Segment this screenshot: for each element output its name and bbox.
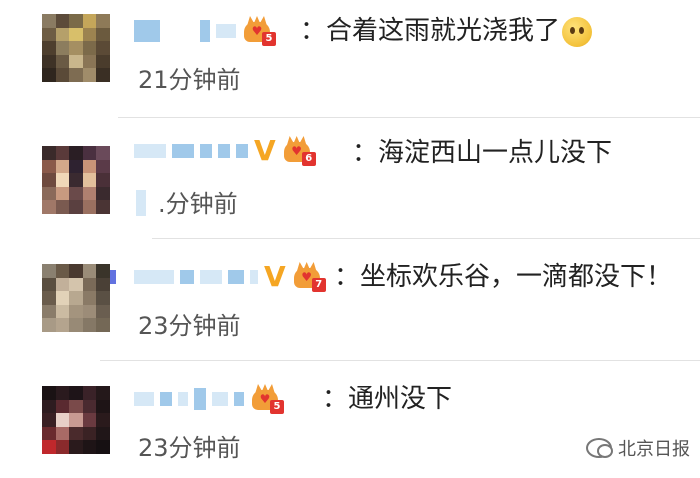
- timestamp: 23分钟前: [138, 312, 241, 340]
- blurred-name-segment: [228, 270, 244, 284]
- comment-text: 海淀西山一点儿没下: [378, 138, 613, 168]
- blurred-name-segment: [212, 392, 228, 406]
- timestamp: 21分钟前: [138, 66, 241, 94]
- blurred-name-segment: [134, 20, 160, 42]
- blurred-name-segment: [180, 270, 194, 284]
- separator: ：: [300, 16, 327, 46]
- blurred-name-segment: [200, 20, 210, 42]
- comment-text: 坐标欢乐谷，一滴都没下！: [360, 262, 673, 292]
- comment-text-row: ：坐标欢乐谷，一滴都没下！: [334, 262, 672, 292]
- avatar[interactable]: [42, 386, 110, 454]
- level-number: 6: [301, 152, 316, 166]
- blurred-name-segment: [216, 24, 236, 38]
- comment-text: 合着这雨就光浇我了: [326, 16, 561, 46]
- watermark-label: 北京日报: [618, 439, 690, 460]
- watermark: 北京日报: [586, 434, 690, 462]
- level-number: 5: [270, 400, 284, 414]
- username-blurred[interactable]: ♥ 5: [134, 384, 284, 414]
- comment-item: ♥ 5 ：合着这雨就光浇我了 21分钟前: [0, 0, 700, 118]
- blurred-name-segment: [234, 392, 244, 406]
- blurred-name-segment: [218, 144, 230, 158]
- blurred-time-segment: [136, 190, 146, 216]
- blurred-name-segment: [250, 270, 258, 284]
- username-blurred[interactable]: ♥ 5: [134, 16, 276, 46]
- blurred-name-segment: [178, 392, 188, 406]
- blurred-name-segment: [134, 270, 174, 284]
- timestamp: .分钟前: [158, 190, 238, 218]
- blurred-name-segment: [134, 144, 166, 158]
- avatar[interactable]: [42, 146, 110, 214]
- blurred-name-segment: [160, 392, 172, 406]
- avatar[interactable]: [42, 264, 110, 332]
- vip-v-icon: V: [264, 260, 286, 293]
- crown-level-badge-icon: ♥ 6: [282, 136, 316, 166]
- wechat-icon: [586, 438, 613, 458]
- blurred-name-segment: [200, 144, 212, 158]
- timestamp: 23分钟前: [138, 434, 241, 462]
- comment-text-row: ：合着这雨就光浇我了: [300, 16, 593, 47]
- comment-text: 通州没下: [348, 384, 453, 414]
- avatar[interactable]: [42, 14, 110, 82]
- blurred-name-segment: [172, 144, 194, 158]
- level-number: 7: [311, 278, 326, 292]
- crown-level-badge-icon: ♥ 7: [292, 262, 326, 292]
- blurred-name-segment: [134, 392, 154, 406]
- comment-text-row: ：海淀西山一点儿没下: [352, 138, 612, 168]
- blurred-name-segment: [200, 270, 222, 284]
- separator: ：: [352, 138, 379, 168]
- blurred-name-segment: [236, 144, 248, 158]
- crown-level-badge-icon: ♥ 5: [250, 384, 284, 414]
- level-number: 5: [262, 32, 276, 46]
- username-blurred[interactable]: V ♥ 7: [134, 262, 326, 292]
- blurred-name-segment: [194, 388, 206, 410]
- comment-item: V ♥ 6 ：海淀西山一点儿没下 .分钟前: [0, 118, 700, 284]
- separator: ：: [322, 384, 349, 414]
- crown-level-badge-icon: ♥ 5: [242, 16, 276, 46]
- vip-v-icon: V: [254, 134, 276, 167]
- thinking-emoji-icon: [562, 16, 593, 47]
- comment-text-row: ：通州没下: [322, 384, 452, 414]
- comment-item: V ♥ 7 ：坐标欢乐谷，一滴都没下！ 23分钟前: [0, 238, 700, 361]
- username-blurred[interactable]: V ♥ 6: [134, 136, 316, 166]
- separator: ：: [334, 262, 361, 292]
